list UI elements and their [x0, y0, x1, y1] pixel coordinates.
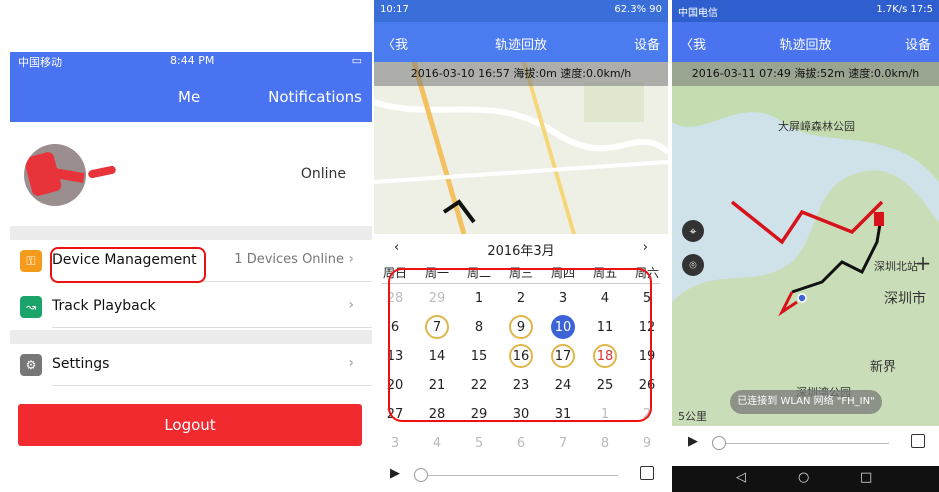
playback-bar: ▶ — [672, 426, 939, 466]
route-icon: ↝ — [20, 296, 42, 318]
page-title: 轨迹回放 — [494, 38, 547, 53]
gear-icon: ⚙ — [20, 354, 42, 376]
calendar-icon[interactable] — [911, 434, 925, 448]
zoom-in-icon[interactable]: + — [912, 252, 934, 274]
position-info-bar: 2016-03-11 07:49 海拔:52m 速度:0.0km/h — [672, 62, 939, 86]
profile-header[interactable]: Online — [10, 122, 372, 226]
devices-online-count: 1 Devices Online — [234, 252, 344, 267]
nav-bar: 〈我 轨迹回放 设备 — [374, 22, 668, 62]
page-title: Me — [178, 88, 201, 106]
map-label-city: 深圳市 — [884, 291, 926, 307]
progress-track[interactable] — [420, 475, 618, 476]
status-bar: 10:17 62.3% 90 — [374, 0, 668, 22]
progress-track[interactable] — [718, 443, 889, 444]
play-button[interactable]: ▶ — [688, 434, 698, 449]
nav-home-icon[interactable]: ○ — [798, 470, 809, 485]
online-status: Online — [300, 166, 346, 182]
carrier-label: 中国移动 — [18, 56, 62, 69]
next-month-button[interactable]: › — [643, 240, 648, 255]
progress-knob[interactable] — [414, 468, 428, 482]
divider — [10, 226, 372, 240]
locate-icon[interactable]: ⌖ — [682, 220, 704, 242]
wifi-toast: 已连接到 WLAN 网络 "FH_IN" — [730, 390, 882, 414]
status-bar: 中国移动 8:44 PM ▭ — [10, 52, 372, 70]
map-view[interactable] — [374, 62, 668, 234]
redacted-name — [87, 165, 117, 179]
highlight-box — [50, 247, 206, 283]
calendar-icon[interactable] — [640, 466, 654, 480]
pin-icon[interactable]: ⌾ — [682, 254, 704, 276]
settings-label: Settings — [52, 356, 110, 372]
status-bar: 中国电信 1.7K/s 17:5 — [672, 0, 939, 22]
chevron-right-icon: › — [348, 355, 354, 371]
calendar-day-label: 9 — [642, 436, 652, 451]
calendar-day-label: 5 — [474, 436, 484, 451]
avatar — [24, 144, 86, 206]
carrier-label: 中国电信 — [678, 8, 718, 19]
chevron-right-icon: › — [348, 297, 354, 313]
calendar-day-label: 6 — [516, 436, 526, 451]
calendar-playback-screen: 10:17 62.3% 90 〈我 轨迹回放 设备 2016-03-10 16:… — [374, 0, 668, 492]
nav-recent-icon[interactable]: □ — [860, 470, 872, 485]
calendar-day-label: 4 — [432, 436, 442, 451]
android-nav-bar: ◁ ○ □ — [672, 466, 939, 492]
me-screen: 中国移动 8:44 PM ▭ Me Notifications Online ⚿… — [0, 0, 372, 492]
nav-bar: Me Notifications — [10, 70, 372, 122]
highlight-box — [388, 268, 652, 422]
network-label: 1.7K/s 17:5 — [876, 4, 933, 15]
month-label: 2016年3月 — [487, 244, 555, 259]
calendar-day[interactable]: 7 — [542, 431, 584, 457]
track-playback-label: Track Playback — [52, 298, 156, 314]
progress-knob[interactable] — [712, 436, 726, 450]
device-button[interactable]: 设备 — [634, 34, 660, 53]
nav-back-icon[interactable]: ◁ — [736, 470, 746, 485]
calendar-day-label: 8 — [600, 436, 610, 451]
position-info-bar: 2016-03-10 16:57 海拔:0m 速度:0.0km/h — [374, 62, 668, 86]
calendar-day[interactable]: 9 — [626, 431, 668, 457]
calendar-day[interactable]: 6 — [500, 431, 542, 457]
calendar-day-label: 7 — [558, 436, 568, 451]
clock-label: 8:44 PM — [170, 54, 215, 67]
calendar-day-label: 3 — [390, 436, 400, 451]
calendar-day[interactable]: 4 — [416, 431, 458, 457]
clock-label: 10:17 — [380, 4, 409, 15]
play-button[interactable]: ▶ — [390, 466, 400, 481]
map-scale: 5公里 — [678, 410, 707, 423]
map-playback-screen: 中国电信 1.7K/s 17:5 大屏嶂森林公园 深圳北站 深圳市 新界 深圳湾… — [672, 0, 939, 492]
battery-label: 62.3% 90 — [614, 4, 662, 15]
device-button[interactable]: 设备 — [905, 34, 931, 53]
notifications-button[interactable]: Notifications — [268, 88, 362, 106]
battery-icon: ▭ — [351, 54, 362, 67]
nav-bar: 〈我 轨迹回放 设备 — [672, 22, 939, 62]
page-title: 轨迹回放 — [779, 38, 832, 53]
playback-bar: ▶ — [374, 458, 668, 492]
logout-button[interactable]: Logout — [18, 404, 362, 446]
settings-row[interactable]: ⚙ Settings › — [10, 344, 372, 386]
map-label-xinjie: 新界 — [870, 360, 897, 375]
key-icon: ⚿ — [20, 250, 42, 272]
chevron-right-icon: › — [348, 251, 354, 267]
map-view[interactable]: 大屏嶂森林公园 深圳北站 深圳市 新界 深圳湾公园 5公里 — [672, 62, 939, 426]
map-label-park: 大屏嶂森林公园 — [778, 120, 855, 133]
calendar-day[interactable]: 5 — [458, 431, 500, 457]
calendar-day[interactable]: 3 — [374, 431, 416, 457]
calendar-day[interactable]: 8 — [584, 431, 626, 457]
divider — [10, 330, 372, 344]
track-playback-row[interactable]: ↝ Track Playback › — [10, 286, 372, 328]
